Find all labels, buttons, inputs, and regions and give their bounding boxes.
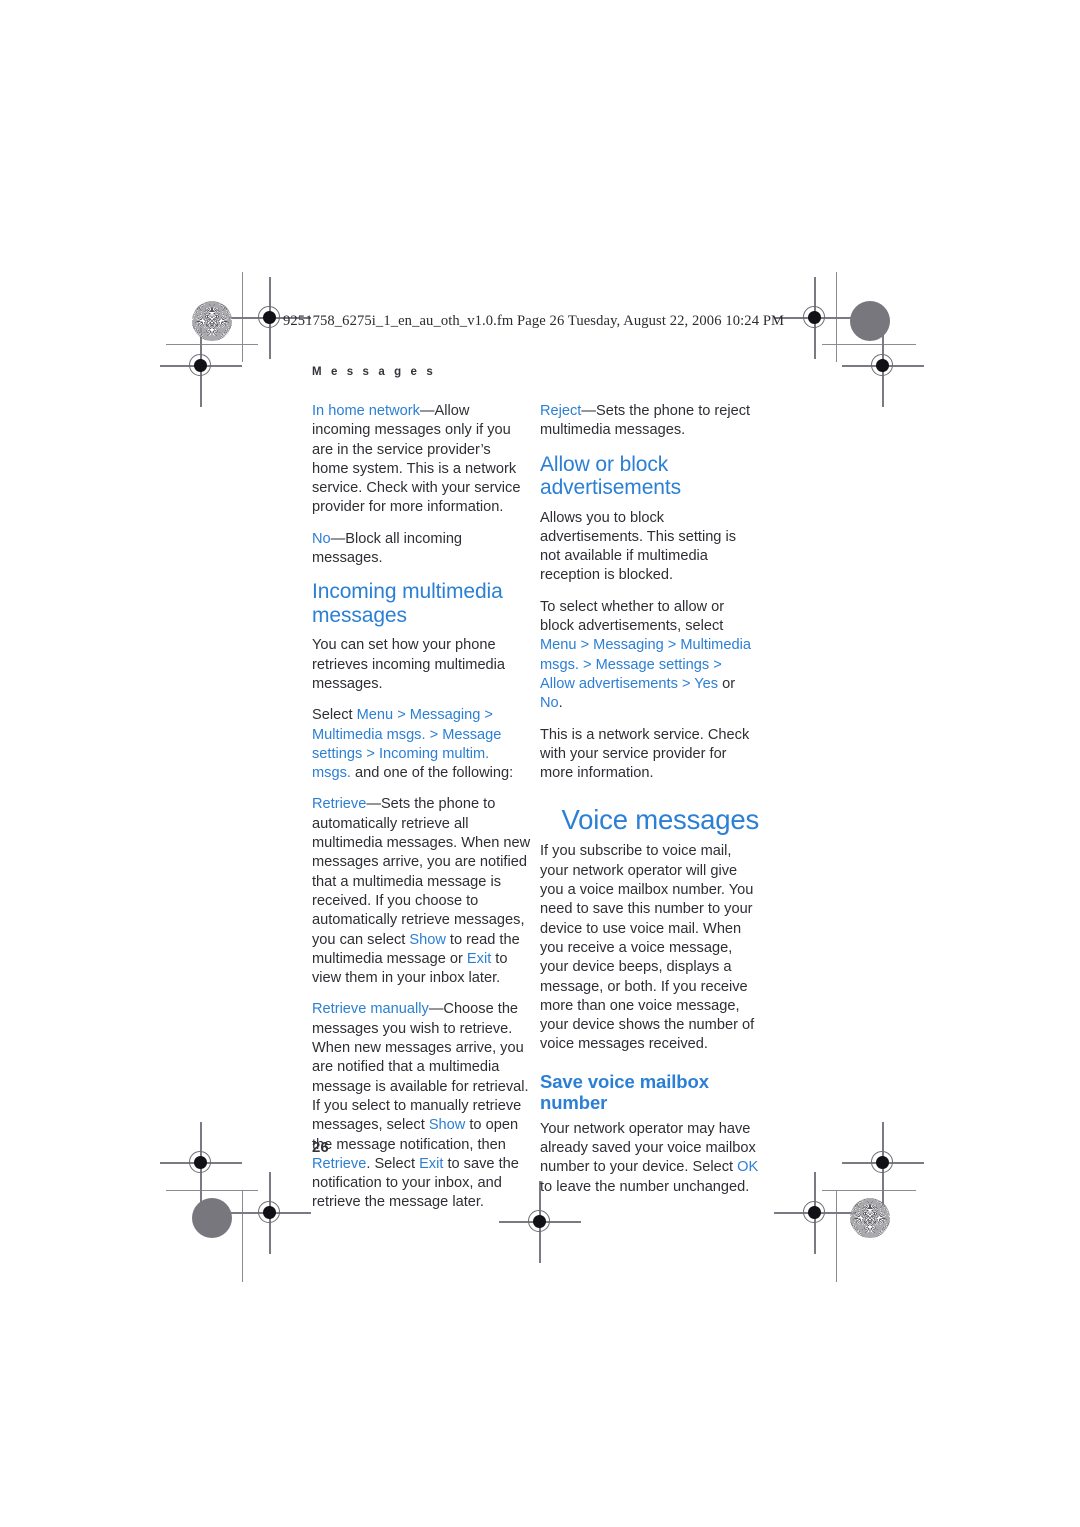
option-yes[interactable]: Yes [694,676,718,692]
source-file-header: 9251758_6275i_1_en_au_oth_v1.0.fm Page 2… [283,313,785,329]
paragraph-retrieve-manually-text-a: Choose the messages you wish to retrieve… [312,1001,529,1134]
paragraph-reject: Reject—Sets the phone to reject multimed… [540,402,759,441]
path-separator: > [677,675,695,692]
menu-item-multimedia-msgs[interactable]: Multimedia msgs. [312,727,426,743]
paragraph-allows-block: Allows you to block advertisements. This… [540,509,737,584]
paragraph-save-mailbox-text-a: Your network operator may have already s… [540,1120,756,1176]
registration-target-icon [229,1172,311,1254]
paragraph-in-home-network: In home network—Allow incoming messages … [312,402,531,518]
registration-target-icon [160,1122,242,1204]
paragraph-in-home-network-text: Allow incoming messages only if you are … [312,403,521,516]
term-retrieve-manually: Retrieve manually [312,1001,429,1018]
paragraph-network-service-note: This is a network service. Check with yo… [540,726,750,782]
path-separator: > [362,745,379,762]
path-separator: > [480,707,493,724]
solid-density-patch-icon [192,1198,232,1238]
softkey-retrieve[interactable]: Retrieve [312,1156,366,1172]
path-separator: > [663,637,681,654]
path-lead: To select whether to allow or block adve… [540,598,725,635]
paragraph-menu-path-incoming: Select Menu > Messaging > Multimedia msg… [312,706,531,783]
trim-line-left-vertical-bottom [242,1190,244,1282]
term-retrieve: Retrieve [312,796,367,813]
solid-density-patch-icon [850,301,890,341]
term-in-home-network: In home network [312,403,420,419]
paragraph-no: No—Block all incoming messages. [312,530,531,569]
path-separator: > [578,656,596,673]
path-lead: Select [312,707,357,724]
paragraph-save-mailbox-text-b: to leave the number unchanged. [540,1178,750,1195]
paragraph-retrieve: Retrieve—Sets the phone to automatically… [312,795,531,988]
term-reject: Reject [540,403,582,419]
paragraph-retrieve-manually: Retrieve manually—Choose the messages yo… [312,1000,531,1212]
registration-target-icon [774,1172,856,1254]
starburst-density-icon [850,1198,890,1238]
softkey-show[interactable]: Show [409,932,446,948]
em-dash: — [581,403,596,419]
path-separator: > [576,637,594,654]
path-period: . [558,695,563,712]
heading-incoming-multimedia-messages: Incoming multimedia messages [312,580,503,627]
em-dash: — [419,403,435,419]
paragraph-menu-path-advertisements: To select whether to allow or block adve… [540,598,759,714]
registration-target-icon [842,325,924,407]
right-text-column: Reject—Sets the phone to reject multimed… [540,402,759,1209]
em-dash: — [428,1001,444,1018]
chapter-title-voice-messages: Voice messages [561,804,760,836]
em-dash: — [366,796,381,813]
path-conjunction: or [718,675,736,692]
option-no[interactable]: No [540,695,559,711]
menu-item-messaging[interactable]: Messaging [593,637,664,653]
paragraph-retrieve-text-a: Sets the phone to automatically retrieve… [312,796,531,948]
registration-target-icon [160,325,242,407]
menu-item-message-settings[interactable]: Message settings [596,657,710,673]
softkey-exit[interactable]: Exit [467,951,491,967]
path-separator: > [425,726,443,743]
paragraph-voice-mail: If you subscribe to voice mail, your net… [540,843,755,1053]
menu-item-allow-advertisements[interactable]: Allow advertisements [540,676,678,692]
path-separator: > [709,656,722,673]
menu-item-messaging[interactable]: Messaging [410,707,481,723]
term-no: No [312,530,331,547]
menu-item-menu[interactable]: Menu [357,707,394,723]
softkey-exit[interactable]: Exit [419,1156,443,1172]
starburst-density-icon [192,301,232,341]
registration-target-icon [842,1122,924,1204]
left-text-column: In home network—Allow incoming messages … [312,402,531,1225]
paragraph-save-mailbox: Your network operator may have already s… [540,1120,759,1197]
heading-save-voice-mailbox-number: Save voice mailbox number [540,1070,709,1113]
paragraph-retrieve-manually-text-c: . Select [366,1155,420,1172]
menu-item-menu[interactable]: Menu [540,637,577,653]
trim-line-left-horizontal-bottom [166,1190,258,1192]
softkey-show[interactable]: Show [429,1117,466,1133]
paragraph-incoming-intro: You can set how your phone retrieves inc… [312,637,506,692]
printed-page: 9251758_6275i_1_en_au_oth_v1.0.fm Page 2… [0,0,1080,1527]
page-number: 26 [312,1139,329,1156]
running-head: M e s s a g e s [312,366,436,378]
path-trail: and one of the following: [350,765,514,782]
em-dash: — [330,530,346,547]
path-separator: > [393,707,410,724]
heading-allow-or-block-advertisements: Allow or block advertisements [540,452,681,500]
softkey-ok[interactable]: OK [737,1159,758,1175]
registration-target-icon [774,277,856,359]
